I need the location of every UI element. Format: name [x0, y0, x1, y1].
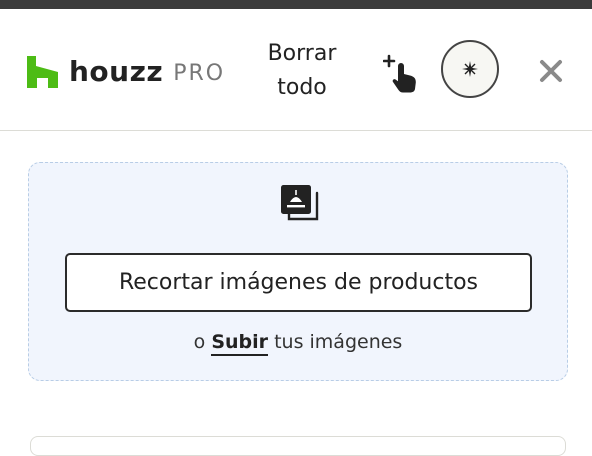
upload-prompt: o Subir tus imágenes — [29, 331, 567, 356]
sparkle-icon — [462, 61, 478, 77]
ai-sparkle-button[interactable] — [441, 40, 499, 98]
houzz-logo-icon — [27, 56, 58, 88]
brand-suffix: PRO — [173, 60, 226, 86]
houzz-pro-logo: houzz PRO — [27, 52, 225, 92]
brand-name: houzz — [69, 55, 164, 88]
close-icon — [540, 60, 562, 82]
upload-link[interactable]: Subir — [211, 331, 269, 356]
image-gallery-icon — [281, 185, 319, 221]
header: houzz PRO Borrar todo — [0, 9, 592, 131]
upload-suffix: tus imágenes — [274, 331, 403, 353]
tap-plus-icon — [382, 54, 416, 93]
tap-add-button[interactable] — [382, 53, 423, 93]
upload-prefix: o — [193, 331, 206, 353]
close-button[interactable] — [535, 55, 567, 87]
next-card — [30, 436, 566, 456]
crop-product-images-button[interactable]: Recortar imágenes de productos — [65, 253, 532, 312]
clear-all-button[interactable]: Borrar todo — [259, 37, 345, 105]
image-dropzone[interactable]: Recortar imágenes de productos o Subir t… — [28, 162, 568, 381]
window-top-bar — [0, 0, 592, 9]
